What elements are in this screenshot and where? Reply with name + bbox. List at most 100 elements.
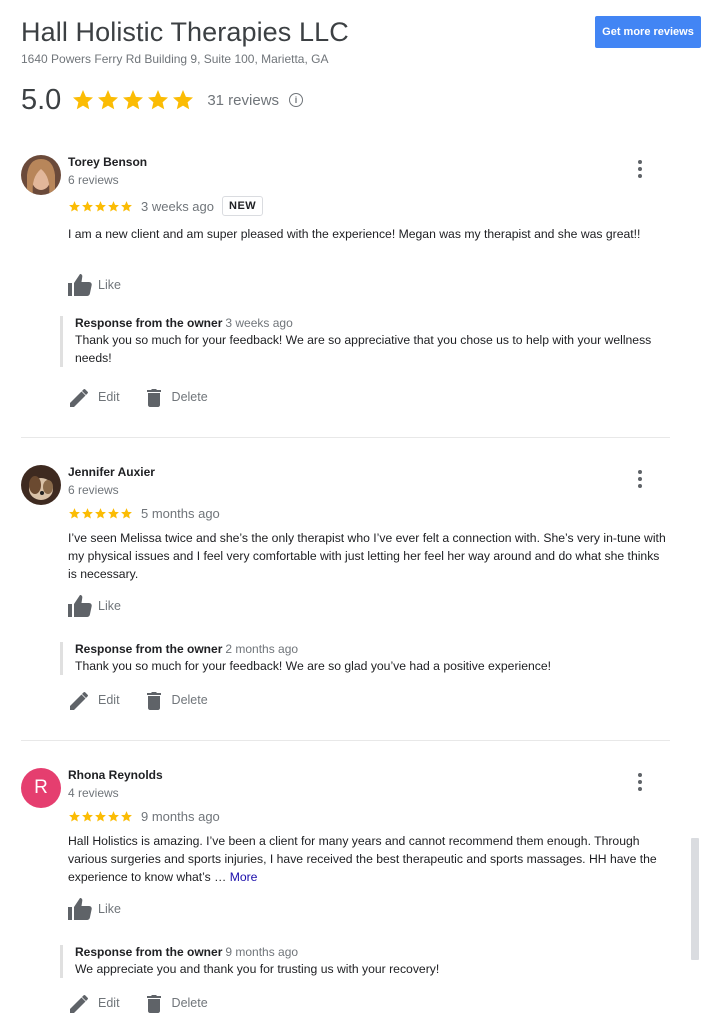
- response-text: We appreciate you and thank you for trus…: [75, 962, 440, 976]
- star-icon: [123, 90, 144, 110]
- review-body: I am a new client and am super pleased w…: [68, 227, 641, 241]
- avatar[interactable]: [21, 465, 61, 505]
- like-button[interactable]: Like: [68, 274, 121, 296]
- review-text: Hall Holistics is amazing. I’ve been a c…: [68, 832, 670, 886]
- pencil-icon: [70, 389, 88, 407]
- star-icon: [148, 90, 169, 110]
- response-text: Thank you so much for your feedback! We …: [75, 659, 552, 673]
- review-card: Jennifer Auxier 6 reviews 5 months ago I…: [21, 465, 670, 730]
- response-time: 9 months ago: [225, 945, 299, 959]
- star-icon: [82, 811, 93, 822]
- delete-button[interactable]: Delete: [144, 387, 208, 407]
- reviewer-review-count: 6 reviews: [68, 483, 119, 497]
- owner-response: Response from the owner 2 months ago Than…: [60, 642, 660, 675]
- pencil-icon: [70, 692, 88, 710]
- rating-stars: [71, 88, 195, 112]
- edit-button[interactable]: Edit: [70, 993, 120, 1013]
- review-card: R Rhona Reynolds 4 reviews 9 months ago …: [21, 768, 670, 1031]
- trash-icon: [146, 389, 161, 407]
- delete-button[interactable]: Delete: [144, 690, 208, 710]
- star-icon: [108, 508, 119, 519]
- star-icon: [95, 200, 106, 212]
- owner-response: Response from the owner 9 months ago We a…: [60, 945, 660, 978]
- response-time: 2 months ago: [225, 642, 299, 656]
- divider: [21, 740, 670, 741]
- thumbs-up-icon: [68, 595, 92, 617]
- star-icon: [173, 90, 194, 110]
- star-icon: [82, 508, 93, 519]
- more-options-icon[interactable]: [638, 773, 642, 791]
- reviewer-review-count: 6 reviews: [68, 173, 119, 187]
- like-button[interactable]: Like: [68, 898, 121, 920]
- trash-icon: [146, 692, 161, 710]
- edit-label: Edit: [98, 390, 120, 404]
- review-body: I’ve seen Melissa twice and she’s the on…: [68, 531, 666, 581]
- review-text: I am a new client and am super pleased w…: [68, 225, 670, 243]
- get-more-reviews-button[interactable]: Get more reviews: [595, 16, 701, 48]
- star-icon: [121, 811, 132, 822]
- rating-summary: 5.0 31 reviews i: [21, 82, 304, 118]
- thumbs-up-icon: [68, 274, 92, 296]
- info-icon[interactable]: i: [289, 93, 304, 107]
- star-icon: [121, 508, 132, 519]
- review-text: I’ve seen Melissa twice and she’s the on…: [68, 529, 670, 583]
- star-icon: [95, 811, 106, 822]
- business-header: Hall Holistic Therapies LLC 1640 Powers …: [21, 14, 701, 66]
- review-card: Torey Benson 6 reviews 3 weeks ago NEW I…: [21, 155, 670, 425]
- new-badge: NEW: [222, 196, 264, 216]
- response-actions: Edit Delete: [70, 387, 232, 407]
- avatar[interactable]: [21, 155, 61, 195]
- review-rating: 9 months ago: [68, 809, 220, 824]
- reviewer-name[interactable]: Jennifer Auxier: [68, 465, 155, 479]
- more-link[interactable]: More: [230, 870, 258, 884]
- star-icon: [82, 200, 93, 212]
- edit-label: Edit: [98, 693, 120, 707]
- star-icon: [69, 200, 80, 212]
- reviewer-review-count: 4 reviews: [68, 786, 119, 800]
- owner-response: Response from the owner 3 weeks ago Thank…: [60, 316, 660, 367]
- like-label: Like: [98, 278, 121, 292]
- rating-value: 5.0: [21, 83, 62, 116]
- star-icon: [121, 200, 132, 212]
- edit-button[interactable]: Edit: [70, 387, 120, 407]
- edit-button[interactable]: Edit: [70, 690, 120, 710]
- like-button[interactable]: Like: [68, 595, 121, 617]
- delete-button[interactable]: Delete: [144, 993, 208, 1013]
- review-time: 3 weeks ago: [141, 198, 214, 214]
- review-stars: [68, 810, 133, 823]
- review-count: 31 reviews: [207, 91, 280, 109]
- avatar[interactable]: R: [21, 768, 61, 808]
- thumbs-up-icon: [68, 898, 92, 920]
- star-icon: [69, 811, 80, 822]
- star-icon: [108, 811, 119, 822]
- divider: [21, 437, 670, 438]
- reviewer-name[interactable]: Torey Benson: [68, 155, 147, 169]
- delete-label: Delete: [171, 693, 208, 707]
- review-body: Hall Holistics is amazing. I’ve been a c…: [68, 834, 657, 884]
- like-label: Like: [98, 902, 121, 916]
- edit-label: Edit: [98, 996, 120, 1010]
- review-stars: [68, 507, 133, 520]
- delete-label: Delete: [171, 390, 208, 404]
- like-label: Like: [98, 599, 121, 613]
- review-stars: [68, 200, 133, 213]
- response-time: 3 weeks ago: [225, 316, 293, 330]
- review-rating: 5 months ago: [68, 506, 220, 521]
- more-options-icon[interactable]: [638, 470, 642, 488]
- more-options-icon[interactable]: [638, 160, 642, 178]
- trash-icon: [146, 995, 161, 1013]
- response-actions: Edit Delete: [70, 993, 232, 1013]
- star-icon: [108, 200, 119, 212]
- review-rating: 3 weeks ago NEW: [68, 196, 264, 216]
- star-icon: [69, 508, 80, 519]
- review-time: 5 months ago: [141, 506, 220, 521]
- business-address: 1640 Powers Ferry Rd Building 9, Suite 1…: [21, 52, 329, 66]
- delete-label: Delete: [171, 996, 208, 1010]
- star-icon: [98, 90, 119, 110]
- reviewer-name[interactable]: Rhona Reynolds: [68, 768, 163, 782]
- scrollbar-thumb[interactable]: [691, 838, 699, 960]
- response-label: Response from the owner: [75, 642, 223, 656]
- review-time: 9 months ago: [141, 809, 220, 824]
- pencil-icon: [70, 995, 88, 1013]
- response-label: Response from the owner: [75, 316, 223, 330]
